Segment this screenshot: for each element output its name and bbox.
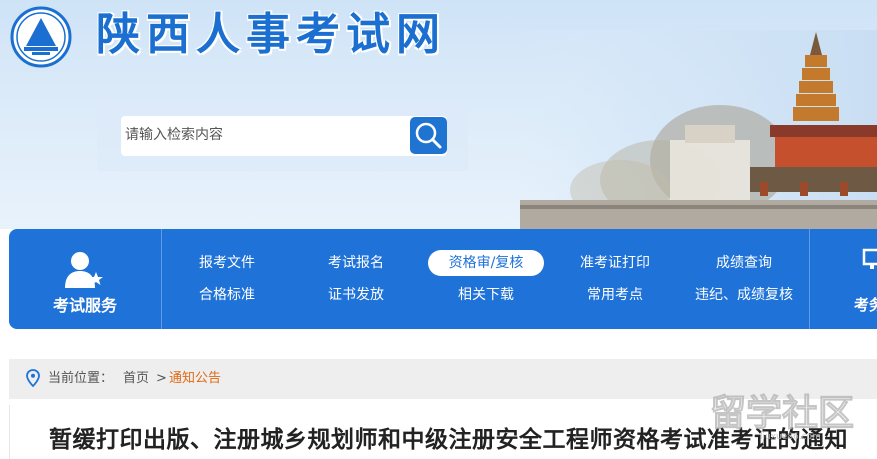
nav-link-admission-ticket-print[interactable]: 准考证打印 <box>560 253 670 273</box>
watermark-subtext: liuxue86.com <box>760 432 821 442</box>
monitor-icon <box>862 248 877 269</box>
breadcrumb-home-link[interactable]: 首页 <box>123 370 149 388</box>
breadcrumb-current[interactable]: 通知公告 <box>169 370 221 388</box>
nav-divider <box>161 229 162 329</box>
nav-link-downloads[interactable]: 相关下载 <box>431 285 541 305</box>
location-pin-icon <box>26 369 40 387</box>
nav-link-exam-documents[interactable]: 报考文件 <box>172 253 282 273</box>
breadcrumb-separator: > <box>156 371 167 386</box>
watermark-text: 留学社区 <box>710 392 854 434</box>
search-button[interactable] <box>410 117 447 154</box>
nav-link-score-inquiry[interactable]: 成绩查询 <box>689 253 799 273</box>
nav-link-passing-standard[interactable]: 合格标准 <box>172 285 282 305</box>
exam-service-person-icon <box>65 252 103 288</box>
nav-link-violation-score-review[interactable]: 违纪、成绩复核 <box>685 285 803 305</box>
big-wild-goose-pagoda-scenery <box>520 30 877 229</box>
breadcrumb-prefix: 当前位置： <box>48 371 114 386</box>
exam-service-label: 考试服务 <box>52 296 117 315</box>
nav-link-exam-registration[interactable]: 考试报名 <box>301 253 411 273</box>
watermark-logo: 留学社区 <box>710 392 855 435</box>
nav-divider <box>809 229 810 329</box>
site-logo-icon <box>10 6 72 68</box>
search-icon <box>415 122 442 149</box>
nav-link-common-exam-sites[interactable]: 常用考点 <box>560 285 670 305</box>
search-input[interactable] <box>121 116 405 154</box>
nav-link-qualification-review[interactable]: 资格审/复核 <box>428 250 544 276</box>
nav-partial-label[interactable]: 考务 <box>854 294 877 315</box>
nav-link-certificate-issuance[interactable]: 证书发放 <box>301 285 411 305</box>
site-name: 陕西人事考试网 <box>96 9 446 60</box>
